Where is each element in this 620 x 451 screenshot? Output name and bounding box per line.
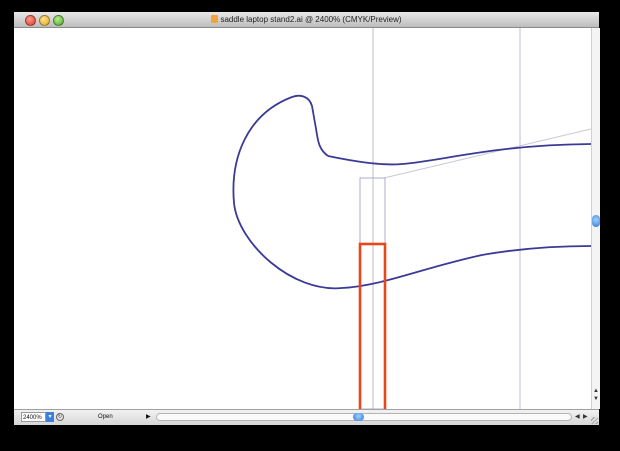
vertical-scrollbar[interactable]: ▲ ▼ <box>591 28 600 409</box>
scroll-down-arrow-icon[interactable]: ▼ <box>593 396 599 403</box>
status-bar: 2400% ▾ ↻ Open ▶ ◀ ▶ <box>14 409 599 425</box>
triangle-right-icon[interactable]: ▶ <box>146 412 151 423</box>
horizontal-scrollbar[interactable] <box>156 413 572 421</box>
window-title-area: saddle laptop stand2.ai @ 2400% (CMYK/Pr… <box>14 13 599 26</box>
illustrator-document-window: saddle laptop stand2.ai @ 2400% (CMYK/Pr… <box>14 12 600 425</box>
zoom-level-field[interactable]: 2400% <box>21 412 46 422</box>
scroll-right-arrow-icon[interactable]: ▶ <box>583 412 588 423</box>
chevron-down-icon[interactable]: ▾ <box>46 412 54 422</box>
title-bar[interactable]: saddle laptop stand2.ai @ 2400% (CMYK/Pr… <box>14 12 599 28</box>
document-icon <box>211 15 219 23</box>
diagonal-guide <box>383 128 591 179</box>
status-text: Open <box>98 414 113 420</box>
vertical-scroll-thumb[interactable] <box>592 215 600 227</box>
horizontal-scroll-thumb[interactable] <box>353 413 364 421</box>
saddle-outline-path[interactable] <box>232 94 591 290</box>
saddle-top-edge-path[interactable] <box>327 143 591 166</box>
artboard-canvas[interactable] <box>22 28 591 409</box>
artboard-navigation-icon[interactable]: ↻ <box>56 413 64 421</box>
scroll-up-arrow-icon[interactable]: ▲ <box>593 388 599 395</box>
window-title: saddle laptop stand2.ai @ 2400% (CMYK/Pr… <box>220 15 402 24</box>
window-resize-grip[interactable] <box>591 417 598 424</box>
artwork-svg <box>232 28 591 409</box>
scroll-left-arrow-icon[interactable]: ◀ <box>575 412 580 423</box>
